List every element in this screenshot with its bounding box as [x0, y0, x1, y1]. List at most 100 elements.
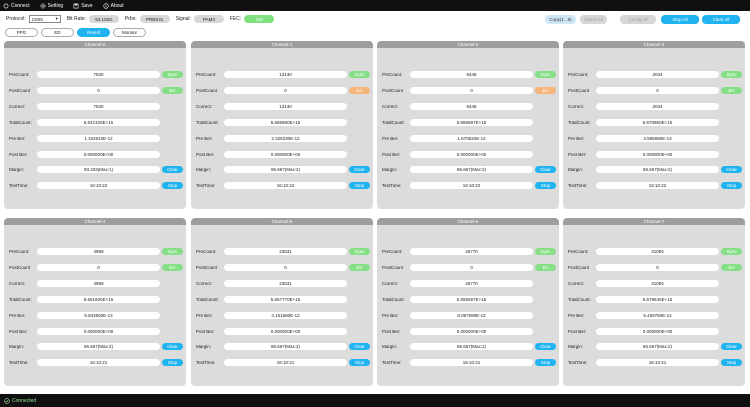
postber-label: Post Ber:	[9, 328, 28, 334]
postcount-row: PostCount 0 Err	[4, 263, 186, 271]
stop-button[interactable]: Stop	[721, 181, 742, 189]
correct-row: Correct: 31084	[563, 279, 745, 287]
correct-label: Correct:	[196, 280, 213, 286]
clear-button[interactable]: Clear	[162, 165, 183, 173]
correct-row: Correct: 2034	[563, 102, 745, 110]
channel-panel: Channel-4 PreCount: 4999 Sync PostCount 0 Err C…	[4, 218, 186, 386]
tab-monitor[interactable]: Monitor	[113, 28, 146, 37]
precount-label: PreCount:	[382, 71, 403, 77]
menu-save[interactable]: Save	[73, 3, 93, 9]
sync-button[interactable]: Sync	[162, 70, 183, 78]
err-button[interactable]: Err	[349, 86, 370, 94]
postcount-label: PostCount	[196, 87, 218, 93]
postber-row: Post Ber: 0.000000E+00	[563, 150, 745, 158]
correct-label: Correct:	[196, 103, 213, 109]
sync-button[interactable]: Sync	[721, 247, 742, 255]
err-button[interactable]: Err	[721, 86, 742, 94]
preber-row: Pre Ber: 2.326230E-12	[191, 134, 373, 142]
precount-label: PreCount:	[196, 71, 217, 77]
config-all-button[interactable]: Config All	[620, 15, 656, 24]
totalcount-row: TotalCount: 5.667770E+15	[191, 295, 373, 303]
sync-button[interactable]: Sync	[535, 70, 556, 78]
margin-row: Margin: 86.667(Max:2) Clear	[377, 342, 559, 350]
correct-label: Correct:	[382, 280, 399, 286]
totalcount-field: 5.656597E+15	[410, 118, 533, 126]
sync-button[interactable]: Sync	[721, 70, 742, 78]
totalcount-label: TotalCount:	[196, 296, 219, 302]
postber-label: Post Ber:	[9, 151, 28, 157]
clear-button[interactable]: Clear	[535, 165, 556, 173]
postcount-row: PostCount 0 Err	[191, 263, 373, 271]
protocol-select[interactable]: CMIS ▾	[28, 15, 61, 23]
err-button[interactable]: Err	[349, 263, 370, 271]
testtime-field: 16:10:22	[37, 181, 160, 189]
channel-title: Channel-6	[377, 218, 559, 225]
margin-row: Margin: 86.667(Max:2) Clear	[377, 165, 559, 173]
clear-button[interactable]: Clear	[349, 342, 370, 350]
postber-row: Post Ber: 0.000000E+00	[191, 150, 373, 158]
stop-button[interactable]: Stop	[721, 358, 742, 366]
check-all-button[interactable]: Check All	[580, 15, 607, 24]
clear-button[interactable]: Clear	[349, 165, 370, 173]
stop-button[interactable]: Stop	[535, 358, 556, 366]
totalcount-row: TotalCount: 5.656890E+15	[191, 118, 373, 126]
sync-button[interactable]: Sync	[349, 247, 370, 255]
testtime-field: 16:10:21	[410, 358, 533, 366]
stop-button[interactable]: Stop	[162, 358, 183, 366]
totalcount-field: 5.656890E+15	[224, 118, 347, 126]
postcount-field: 0	[37, 263, 160, 271]
stop-button[interactable]: Stop	[162, 181, 183, 189]
err-button[interactable]: Err	[162, 263, 183, 271]
channel-title: Channel-5	[191, 218, 373, 225]
err-button[interactable]: Err	[535, 86, 556, 94]
preber-field: 1.334610E-12	[37, 134, 160, 142]
sync-button[interactable]: Sync	[535, 247, 556, 255]
menu-setting[interactable]: Setting	[39, 2, 63, 9]
preber-field: 3.585680E-13	[596, 134, 719, 142]
correct-field: 2034	[596, 102, 719, 110]
precount-row: PreCount: 13130 Sync	[191, 70, 373, 78]
precount-label: PreCount:	[568, 71, 589, 77]
stop-button[interactable]: Stop	[349, 358, 370, 366]
precount-row: PreCount: 45770 Sync	[377, 247, 559, 255]
clear-button[interactable]: Clear	[721, 342, 742, 350]
precount-label: PreCount:	[382, 248, 403, 254]
totalcount-field: 5.642105E+15	[37, 118, 160, 126]
postber-row: Post Ber: 0.000000E+00	[4, 150, 186, 158]
prbs-label: Prbs:	[124, 16, 137, 22]
testtime-field: 16:10:21	[224, 358, 347, 366]
prbs-value: PRBS31	[139, 15, 170, 23]
clear-all-button[interactable]: Clear All	[702, 15, 740, 24]
stop-all-button[interactable]: Stop All	[661, 15, 699, 24]
margin-label: Margin:	[196, 166, 212, 172]
preber-row: Pre Ber: 3.585680E-13	[563, 134, 745, 142]
correct-row: Correct: 13130	[191, 102, 373, 110]
err-button[interactable]: Err	[721, 263, 742, 271]
menu-about[interactable]: About	[103, 3, 124, 9]
tab-ed[interactable]: ED	[41, 28, 74, 37]
postcount-label: PostCount	[568, 87, 590, 93]
err-button[interactable]: Err	[535, 263, 556, 271]
stop-button[interactable]: Stop	[535, 181, 556, 189]
precount-label: PreCount:	[9, 71, 30, 77]
totalcount-field: 5.670860E+15	[596, 118, 719, 126]
testtime-row: TestTime: 16:10:21 Stop	[377, 358, 559, 366]
menu-bar: Connect Setting Save About	[0, 0, 750, 11]
channel-title: Channel-7	[563, 218, 745, 225]
sync-button[interactable]: Sync	[349, 70, 370, 78]
precount-field: 13130	[224, 70, 347, 78]
clear-button[interactable]: Clear	[162, 342, 183, 350]
sync-button[interactable]: Sync	[162, 247, 183, 255]
gear-icon	[39, 2, 46, 9]
clear-button[interactable]: Clear	[721, 165, 742, 173]
stop-button[interactable]: Stop	[349, 181, 370, 189]
copy-button[interactable]: Copy(1...8)	[545, 15, 576, 24]
tab-result[interactable]: Result	[77, 28, 110, 37]
clear-button[interactable]: Clear	[535, 342, 556, 350]
tab-ppg[interactable]: PPG	[5, 28, 38, 37]
menu-connect[interactable]: Connect	[3, 3, 30, 9]
fec-status[interactable]: ON	[244, 15, 275, 23]
err-button[interactable]: Err	[162, 86, 183, 94]
correct-field: 4999	[37, 279, 160, 287]
check-circle-icon	[4, 397, 10, 404]
